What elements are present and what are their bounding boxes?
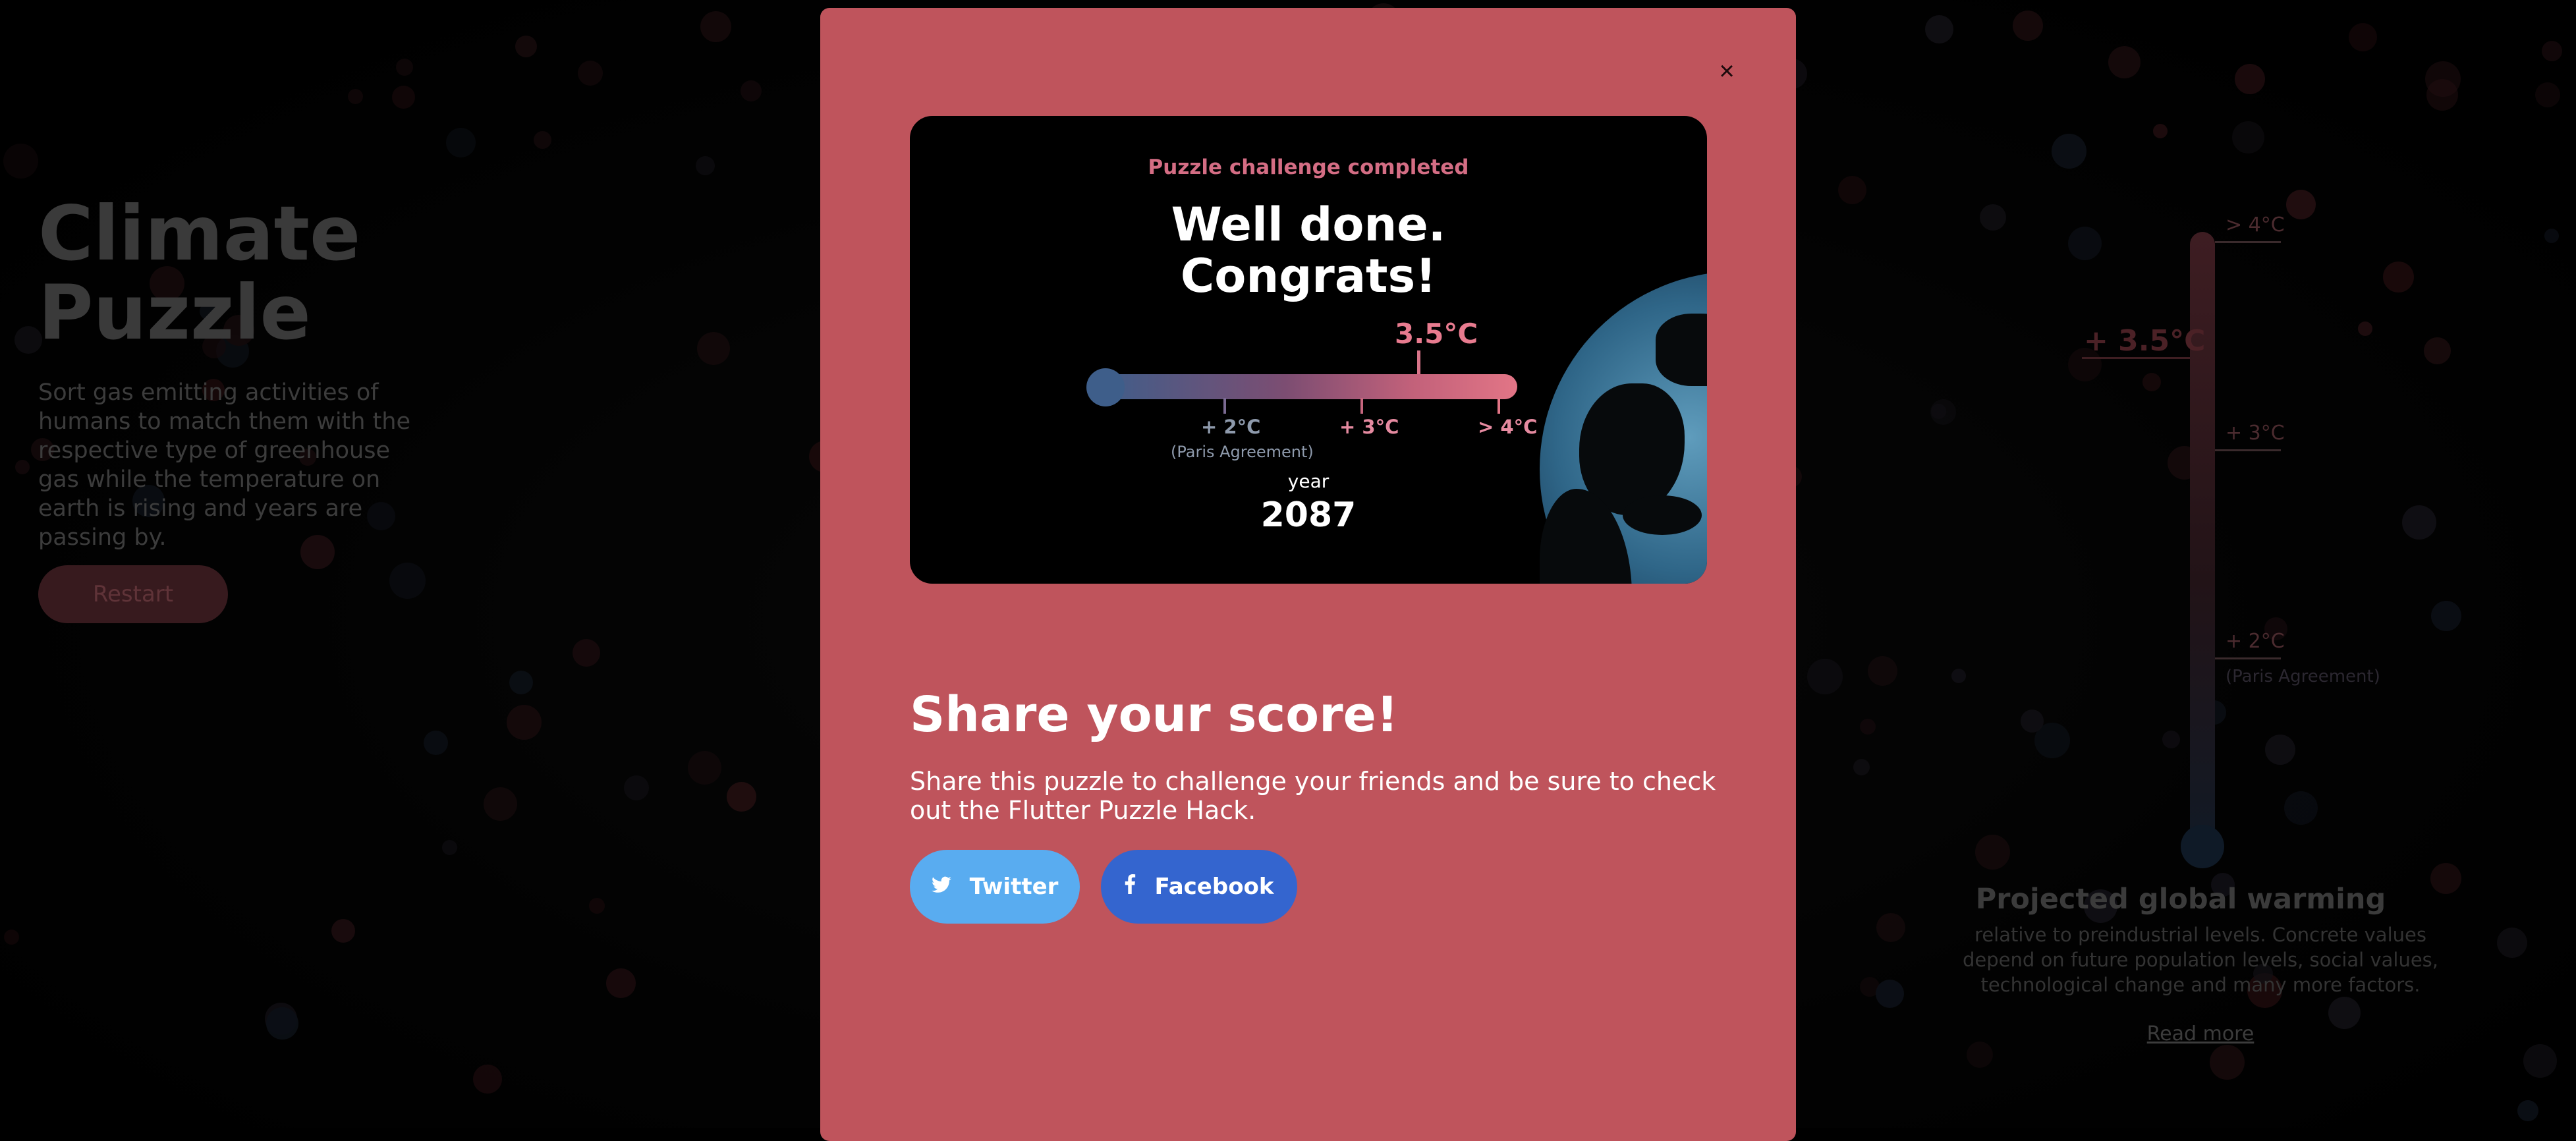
close-button[interactable]: × — [1708, 53, 1745, 90]
year-value: 2087 — [1260, 495, 1357, 535]
app-title: Climate Puzzle — [38, 190, 361, 356]
year-label: year — [1287, 470, 1330, 492]
projection-description: relative to preindustrial levels. Concre… — [1962, 924, 2438, 996]
facebook-icon — [1124, 874, 1136, 899]
twitter-share-button[interactable]: Twitter — [910, 850, 1080, 924]
side-paris-label: (Paris Agreement) — [2226, 667, 2380, 686]
side-thermometer-bulb — [2181, 825, 2224, 868]
tick-label-4c: > 4°C — [1478, 416, 1538, 438]
globe-landmass — [1656, 314, 1707, 386]
side-tick-2 — [2215, 657, 2281, 659]
earth-globe — [1540, 271, 1707, 584]
projection-heading: Projected global warming — [1975, 883, 2386, 916]
challenge-status: Puzzle challenge completed — [1148, 155, 1469, 179]
app-description: Sort gas emitting activities of humans t… — [38, 379, 411, 551]
congrats-headline: Well done. Congrats! — [910, 199, 1707, 302]
twitter-label: Twitter — [969, 874, 1059, 900]
read-more-link[interactable]: Read more — [2115, 1022, 2286, 1045]
side-label-4: > 4°C — [2226, 213, 2285, 237]
side-label-2: + 2°C — [2226, 630, 2285, 653]
facebook-label: Facebook — [1154, 874, 1274, 900]
side-tick-4 — [2215, 241, 2281, 243]
side-current-mark-line — [2082, 357, 2190, 359]
tick-4c — [1498, 398, 1500, 414]
restart-button[interactable]: Restart — [38, 565, 228, 623]
temperature-bar — [1096, 374, 1517, 399]
share-description: Share this puzzle to challenge your frie… — [910, 767, 1716, 825]
tick-3c — [1360, 398, 1363, 414]
side-current-mark: + 3.5°C — [2084, 324, 2206, 358]
result-card: Puzzle challenge completed Well done. Co… — [910, 116, 1707, 584]
paris-agreement-label: (Paris Agreement) — [1171, 443, 1314, 461]
share-heading: Share your score! — [910, 686, 1399, 743]
tick-label-3c: + 3°C — [1339, 416, 1399, 438]
side-tick-3 — [2215, 449, 2281, 451]
facebook-share-button[interactable]: Facebook — [1101, 850, 1297, 924]
score-dialog: × Puzzle challenge completed Well done. … — [820, 8, 1796, 1141]
temperature-bar-knob — [1086, 368, 1125, 406]
headline-line-2: Congrats! — [1180, 249, 1437, 303]
side-label-3: + 3°C — [2226, 422, 2285, 445]
headline-line-1: Well done. — [1171, 198, 1446, 252]
tick-label-2c: + 2°C — [1201, 416, 1261, 438]
temperature-value: 3.5°C — [1395, 318, 1478, 350]
twitter-icon — [931, 876, 951, 899]
tick-2c — [1223, 398, 1226, 414]
